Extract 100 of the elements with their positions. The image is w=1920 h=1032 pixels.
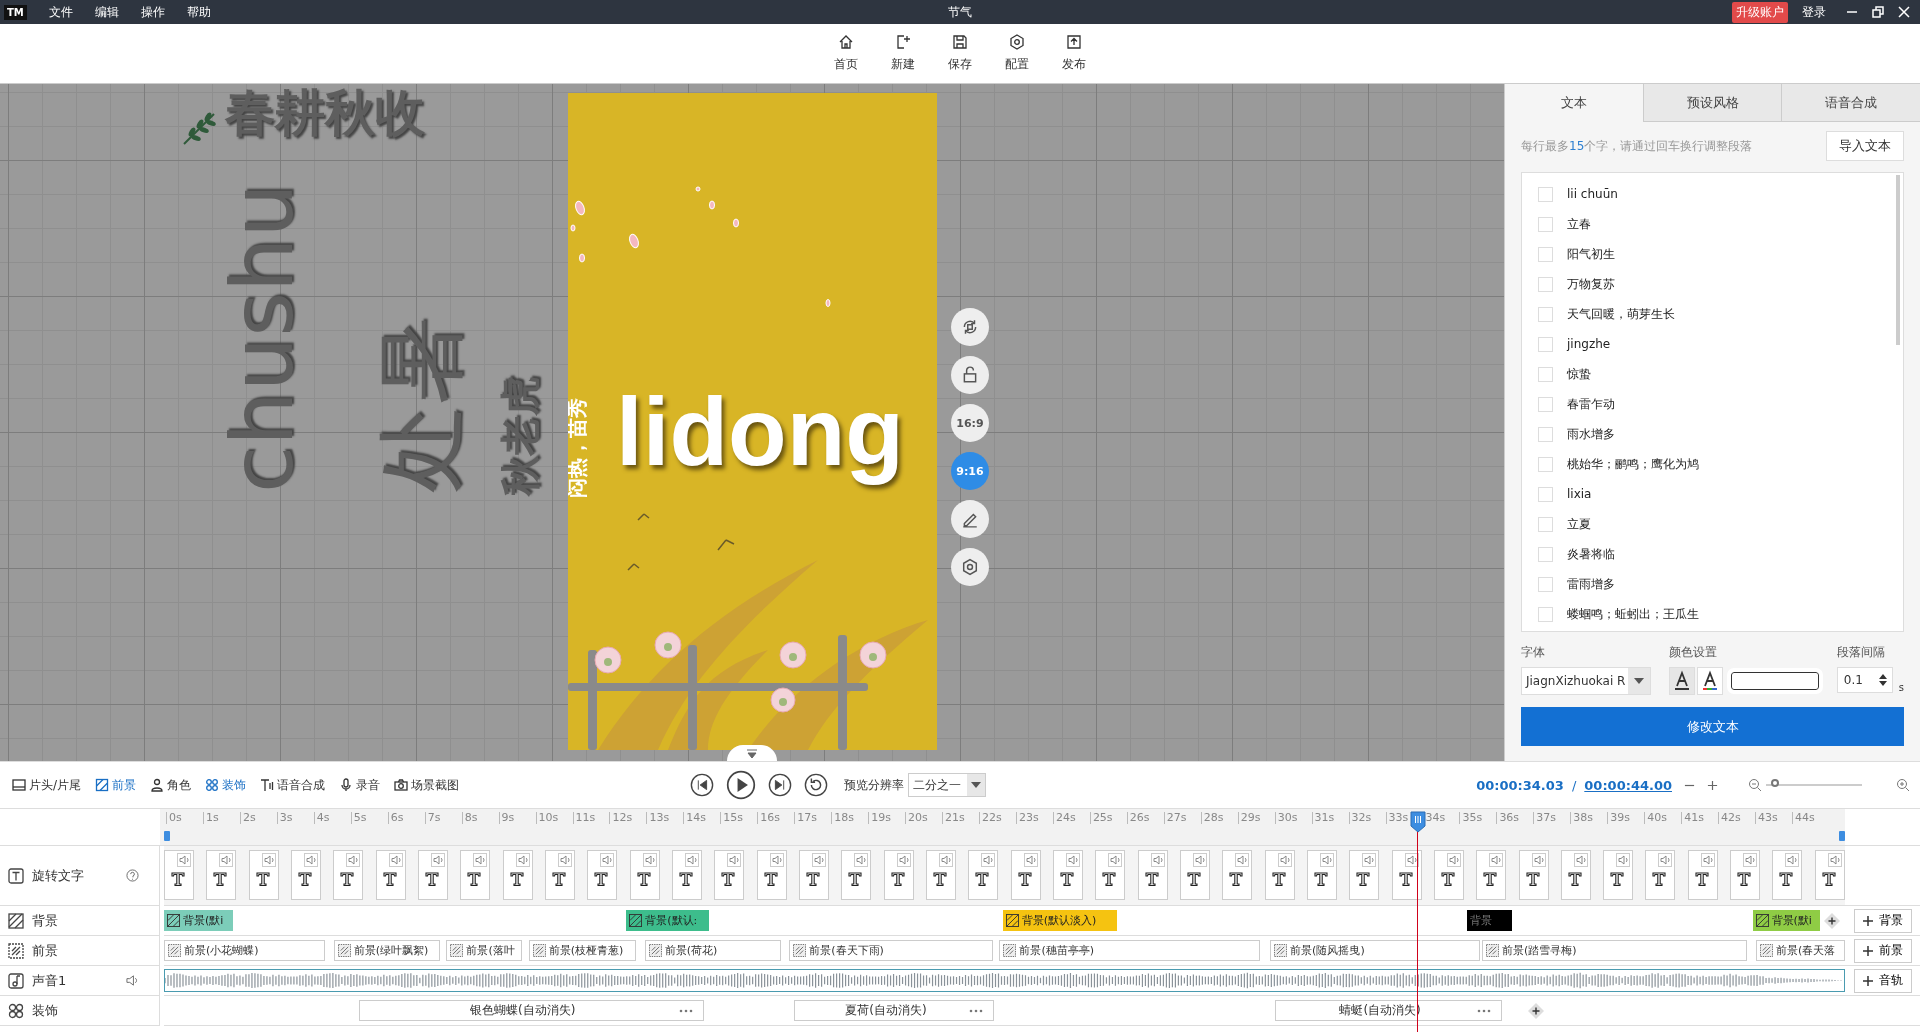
text-clip[interactable] — [714, 850, 745, 900]
line-checkbox[interactable] — [1538, 366, 1553, 382]
text-clip[interactable] — [1222, 850, 1253, 900]
speaker-icon[interactable] — [896, 853, 911, 867]
speaker-icon[interactable] — [811, 853, 826, 867]
timeline-tool[interactable]: 角色 — [148, 774, 194, 796]
volume-icon[interactable] — [126, 974, 139, 987]
scrollbar[interactable] — [1896, 175, 1900, 345]
text-clip[interactable] — [587, 850, 618, 900]
more-icon[interactable] — [969, 1008, 984, 1013]
text-clip[interactable] — [925, 850, 956, 900]
collapse-button[interactable] — [727, 745, 777, 761]
text-clip[interactable] — [1052, 850, 1083, 900]
line-text[interactable]: 雷雨增多 — [1567, 575, 1615, 593]
line-checkbox[interactable] — [1538, 216, 1553, 232]
line-checkbox[interactable] — [1538, 576, 1553, 592]
modify-text-button[interactable]: 修改文本 — [1521, 707, 1904, 746]
add-track-item-button[interactable]: 前景 — [1853, 938, 1912, 963]
text-clip[interactable] — [417, 850, 448, 900]
speaker-icon[interactable] — [1827, 853, 1842, 867]
help-icon[interactable] — [126, 869, 139, 882]
text-clip[interactable] — [1137, 850, 1168, 900]
speaker-icon[interactable] — [1362, 853, 1377, 867]
panel-tab[interactable]: 预设风格 — [1642, 84, 1782, 122]
speaker-icon[interactable] — [1150, 853, 1165, 867]
settings-button[interactable]: 配置 — [1001, 32, 1033, 75]
line-checkbox[interactable] — [1538, 276, 1553, 292]
background-clip[interactable]: 背景(默认淡入) — [1002, 910, 1118, 931]
line-text[interactable]: 天气回暖，萌芽生长 — [1567, 305, 1675, 323]
foreground-clip[interactable]: 前景(春天下雨) — [789, 940, 993, 961]
text-clip[interactable] — [502, 850, 533, 900]
speaker-icon[interactable] — [261, 853, 276, 867]
background-clip[interactable]: 背景(默i — [164, 910, 233, 931]
publish-button[interactable]: 发布 — [1058, 32, 1090, 75]
playhead-handle[interactable] — [1409, 811, 1426, 833]
new-button[interactable]: 新建 — [887, 32, 919, 75]
text-clip[interactable] — [460, 850, 491, 900]
timeline-tool[interactable]: 语音合成 — [258, 774, 328, 796]
foreground-clip[interactable]: 前景(枝桠青葱) — [528, 940, 637, 961]
speaker-icon[interactable] — [1743, 853, 1758, 867]
text-clip[interactable] — [1433, 850, 1464, 900]
line-checkbox[interactable] — [1538, 516, 1553, 532]
speaker-icon[interactable] — [642, 853, 657, 867]
line-checkbox[interactable] — [1538, 246, 1553, 262]
text-clip[interactable] — [756, 850, 787, 900]
save-button[interactable]: 保存 — [944, 32, 976, 75]
line-checkbox[interactable] — [1538, 186, 1553, 202]
speaker-icon[interactable] — [1573, 853, 1588, 867]
text-clip[interactable] — [333, 850, 364, 900]
speaker-icon[interactable] — [769, 853, 784, 867]
text-clip[interactable] — [1603, 850, 1634, 900]
plus-icon[interactable] — [1707, 779, 1718, 791]
foreground-clip[interactable]: 前景(春天落 — [1755, 940, 1845, 961]
restore-icon[interactable] — [1872, 6, 1884, 18]
speaker-icon[interactable] — [1616, 853, 1631, 867]
line-text[interactable]: 桃始华；鹂鸣；鹰化为鸠 — [1567, 455, 1699, 473]
line-checkbox[interactable] — [1538, 456, 1553, 472]
speaker-icon[interactable] — [854, 853, 869, 867]
text-clip[interactable] — [248, 850, 279, 900]
line-text[interactable]: 惊蛰 — [1567, 365, 1591, 383]
background-clip[interactable]: 背景 — [1466, 910, 1513, 931]
background-clip[interactable]: 背景(默i — [1752, 910, 1820, 931]
foreground-clip[interactable]: 前景(踏雪寻梅) — [1481, 940, 1748, 961]
stroke-color-icon[interactable] — [1696, 667, 1723, 695]
speaker-icon[interactable] — [1658, 853, 1673, 867]
foreground-clip[interactable]: 前景(穗苗亭亭) — [999, 940, 1260, 961]
text-clip[interactable] — [206, 850, 237, 900]
foreground-clip[interactable]: 前景(荷花) — [644, 940, 781, 961]
add-clip-icon[interactable] — [1527, 1003, 1544, 1019]
speaker-icon[interactable] — [1700, 853, 1715, 867]
line-checkbox[interactable] — [1538, 306, 1553, 322]
line-checkbox[interactable] — [1538, 336, 1553, 352]
text-clip[interactable] — [375, 850, 406, 900]
line-checkbox[interactable] — [1538, 606, 1553, 622]
speaker-icon[interactable] — [1319, 853, 1334, 867]
speaker-icon[interactable] — [388, 853, 403, 867]
timeline-tool[interactable]: 前景 — [93, 774, 139, 796]
line-text[interactable]: lii chuūn — [1567, 187, 1618, 201]
speaker-icon[interactable] — [938, 853, 953, 867]
text-clip[interactable] — [1010, 850, 1041, 900]
line-text[interactable]: 雨水增多 — [1567, 425, 1615, 443]
line-text[interactable]: 炎暑将临 — [1567, 545, 1615, 563]
text-clip[interactable] — [1560, 850, 1591, 900]
resolution-select[interactable]: 二分之一 — [908, 773, 986, 797]
text-clip[interactable] — [629, 850, 660, 900]
text-clip[interactable] — [1095, 850, 1126, 900]
decoration-clip[interactable]: 夏荷(自动消失) — [794, 1000, 995, 1021]
import-text-button[interactable]: 导入文本 — [1826, 131, 1904, 161]
line-checkbox[interactable] — [1538, 546, 1553, 562]
text-clip[interactable] — [1645, 850, 1676, 900]
zoom-out-icon[interactable] — [1748, 778, 1762, 792]
audio-waveform-clip[interactable] — [164, 969, 1845, 992]
line-text[interactable]: 阳气初生 — [1567, 245, 1615, 263]
speaker-icon[interactable] — [1446, 853, 1461, 867]
speaker-icon[interactable] — [177, 853, 191, 867]
more-icon[interactable] — [678, 1008, 693, 1013]
speaker-icon[interactable] — [515, 853, 530, 867]
speaker-icon[interactable] — [1489, 853, 1504, 867]
add-track-item-button[interactable]: 音轨 — [1853, 968, 1912, 993]
login-link[interactable]: 登录 — [1802, 3, 1826, 21]
